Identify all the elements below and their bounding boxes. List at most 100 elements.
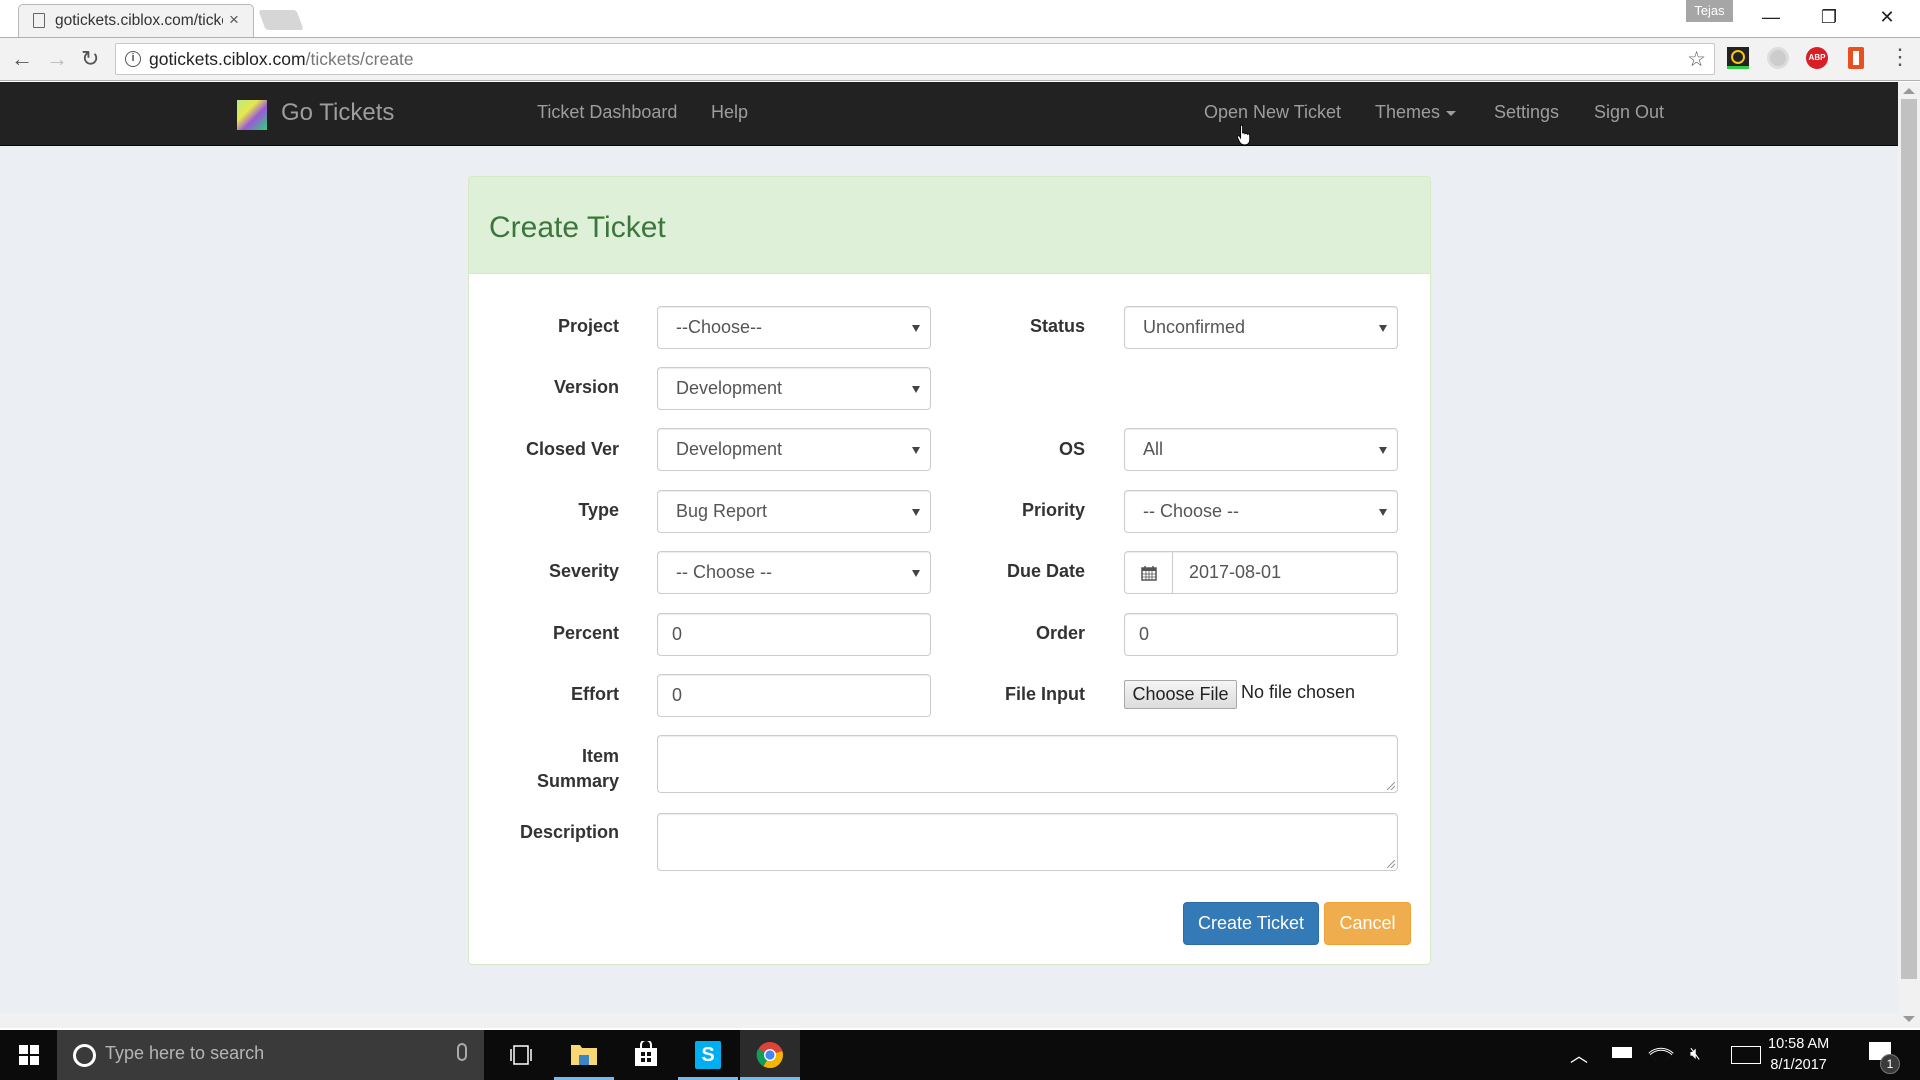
nav-themes-label: Themes [1375,102,1441,122]
due-date-label: Due Date [1006,561,1085,581]
close-window-button[interactable]: ✕ [1864,4,1910,30]
taskbar-search-box[interactable]: Type here to search [57,1030,484,1080]
address-bar[interactable]: i gotickets.ciblox.com/tickets/create ☆ [115,43,1715,75]
description-textarea[interactable] [657,813,1398,871]
effort-label: Effort [571,684,619,704]
version-label: Version [553,377,619,397]
wifi-icon[interactable] [1648,1040,1674,1066]
skype-button[interactable]: S [678,1030,738,1080]
battery-icon[interactable] [1612,1047,1632,1058]
info-icon[interactable]: i [125,51,141,67]
new-tab-button[interactable] [258,10,304,30]
tab-title: gotickets.ciblox.com/tickets/create [55,12,223,29]
touch-keyboard-icon[interactable] [1731,1046,1761,1064]
bookmark-star-icon[interactable]: ☆ [1687,47,1706,72]
order-label: Order [1035,623,1085,643]
norton-extension-icon[interactable] [1727,47,1749,69]
project-select[interactable]: --Choose-- [657,306,931,349]
cortana-icon[interactable] [73,1044,96,1067]
calendar-icon [1141,566,1157,581]
file-status: No file chosen [1241,682,1356,702]
volume-muted-icon[interactable]: 🔇︎ [1690,1044,1701,1064]
cancel-button[interactable]: Cancel [1324,902,1411,945]
page-title: Create Ticket [489,211,666,244]
item-summary-textarea[interactable] [657,735,1398,793]
start-button[interactable] [0,1030,57,1080]
closed-ver-label: Closed Ver [525,439,619,459]
browser-tab[interactable]: gotickets.ciblox.com/tickets/create × [18,4,254,37]
effort-input[interactable]: 0 [657,674,931,717]
os-label: OS [1058,439,1085,459]
nav-themes-dropdown[interactable]: Themes [1375,102,1457,123]
page-icon [33,13,45,28]
file-explorer-button[interactable] [554,1030,614,1080]
item-summary-label-line2: Summary [536,771,619,791]
nav-sign-out[interactable]: Sign Out [1594,102,1664,123]
show-hidden-icons-icon[interactable]: ︿ [1570,1042,1588,1068]
nav-help[interactable]: Help [711,102,748,123]
item-summary-label-line1: Item [581,746,619,766]
url-path: /tickets/create [305,49,414,69]
microphone-icon[interactable] [457,1043,467,1061]
calendar-addon[interactable] [1124,551,1173,594]
url-text[interactable]: gotickets.ciblox.com/tickets/create [149,49,414,70]
nav-settings[interactable]: Settings [1494,102,1559,123]
task-view-icon [510,1045,532,1065]
reload-icon[interactable]: ↻ [81,46,99,72]
brand-name[interactable]: Go Tickets [281,99,394,127]
chrome-menu-icon[interactable]: ⋮ [1889,44,1911,70]
scroll-down-arrow-icon[interactable] [1903,1016,1915,1022]
vertical-scrollbar[interactable] [1898,82,1920,1028]
create-ticket-button[interactable]: Create Ticket [1183,902,1319,945]
percent-input[interactable]: 0 [657,613,931,656]
folder-icon [571,1045,597,1065]
severity-select[interactable]: -- Choose -- [657,551,931,594]
version-select[interactable]: Development [657,367,931,410]
task-view-button[interactable] [491,1030,551,1080]
status-label: Status [1029,316,1085,336]
browser-toolbar: ← → ↻ i gotickets.ciblox.com/tickets/cre… [0,37,1920,81]
panel-heading: Create Ticket [469,177,1430,274]
clock-time: 10:58 AM [1768,1036,1830,1052]
clock-date: 8/1/2017 [1770,1057,1827,1073]
nav-open-new-ticket[interactable]: Open New Ticket [1204,102,1341,123]
description-label: Description [519,822,619,842]
back-icon[interactable]: ← [11,46,33,72]
restore-button[interactable]: ❐ [1806,4,1852,30]
adblock-plus-icon[interactable]: ABP [1806,47,1828,69]
store-icon [635,1041,657,1066]
closed-ver-select[interactable]: Development [657,428,931,471]
due-date-input[interactable]: 2017-08-01 [1172,551,1398,594]
minimize-button[interactable]: — [1748,4,1794,30]
type-label: Type [578,500,619,520]
item-summary-label: Item Summary [469,744,619,794]
system-clock[interactable]: 10:58 AM 8/1/2017 [1768,1034,1829,1076]
type-select[interactable]: Bug Report [657,490,931,533]
gray-extension-icon[interactable] [1767,47,1789,69]
order-input[interactable]: 0 [1124,613,1398,656]
resize-grip-icon[interactable] [1387,782,1395,790]
status-select[interactable]: Unconfirmed [1124,306,1398,349]
windows-taskbar: Type here to search S ︿ 🔇︎ 10:58 AM 8/1/… [0,1030,1920,1080]
forward-icon[interactable]: → [46,46,68,72]
resize-grip-icon[interactable] [1387,860,1395,868]
percent-label: Percent [552,623,619,643]
search-placeholder: Type here to search [105,1043,265,1063]
nav-ticket-dashboard[interactable]: Ticket Dashboard [537,102,677,123]
scroll-up-arrow-icon[interactable] [1903,88,1915,94]
tab-close-icon[interactable]: × [229,10,239,30]
create-ticket-panel: Create Ticket Project --Choose-- Status … [468,176,1431,965]
choose-file-button[interactable]: Choose File [1124,680,1237,709]
os-select[interactable]: All [1124,428,1398,471]
store-button[interactable] [616,1030,676,1080]
browser-tab-strip: gotickets.ciblox.com/tickets/create × Te… [0,0,1920,37]
scroll-thumb[interactable] [1901,99,1917,979]
chrome-button[interactable] [740,1030,800,1080]
severity-label: Severity [548,561,619,581]
priority-select[interactable]: -- Choose -- [1124,490,1398,533]
brand-logo[interactable] [237,100,267,130]
profile-button[interactable]: Tejas [1686,0,1733,22]
office-extension-icon[interactable] [1848,47,1864,69]
caret-down-icon [1446,110,1457,116]
url-host: gotickets.ciblox.com [149,49,306,69]
